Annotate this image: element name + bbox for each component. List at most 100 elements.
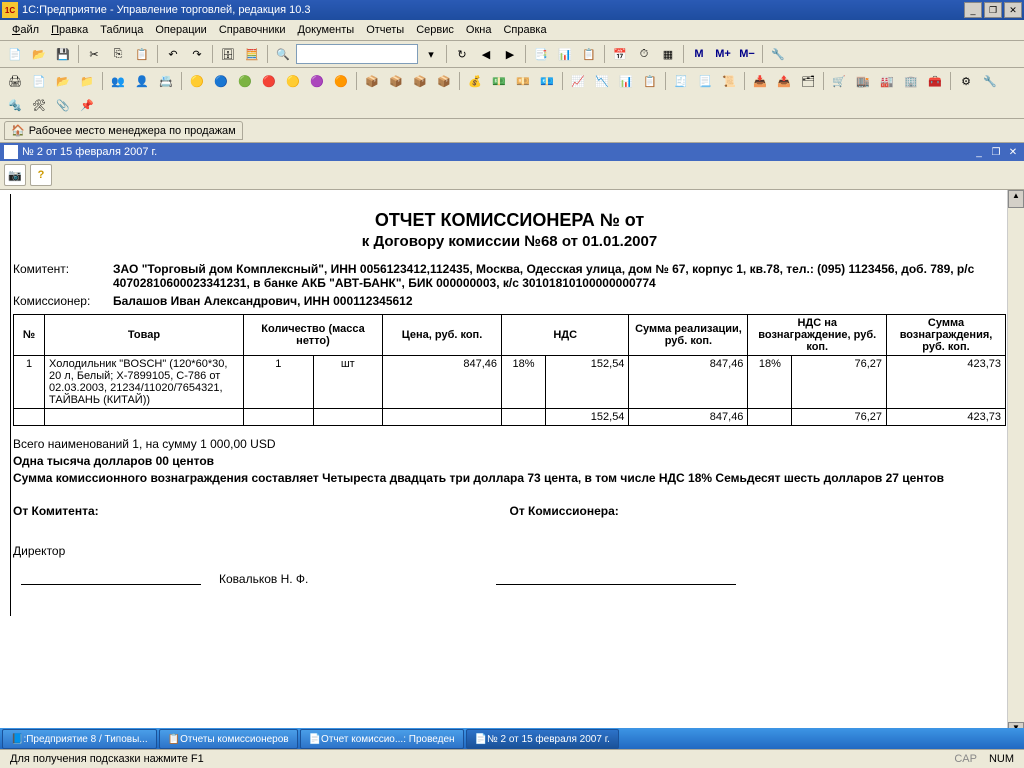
t2-19-icon[interactable]: 💰 bbox=[464, 70, 486, 92]
t2-36-icon[interactable]: 🏢 bbox=[900, 70, 922, 92]
status-num: NUM bbox=[983, 753, 1020, 765]
t2-12-icon[interactable]: 🟡 bbox=[282, 70, 304, 92]
tool-c-icon[interactable]: 📋 bbox=[578, 43, 600, 65]
refresh-icon[interactable]: ↻ bbox=[451, 43, 473, 65]
t2-28-icon[interactable]: 📃 bbox=[694, 70, 716, 92]
t2-25-icon[interactable]: 📊 bbox=[615, 70, 637, 92]
t2-37-icon[interactable]: 🧰 bbox=[924, 70, 946, 92]
tab-manager-workspace[interactable]: 🏠 Рабочее место менеджера по продажам bbox=[4, 121, 243, 140]
t2-6-icon[interactable]: 👤 bbox=[131, 70, 153, 92]
t2-41-icon[interactable]: 🛠 bbox=[28, 94, 50, 116]
back-icon[interactable]: ◀ bbox=[475, 43, 497, 65]
settings-icon[interactable]: 🔧 bbox=[767, 43, 789, 65]
find-icon[interactable]: 🔍 bbox=[272, 43, 294, 65]
menu-help[interactable]: Справка bbox=[497, 22, 552, 38]
t2-22-icon[interactable]: 💶 bbox=[536, 70, 558, 92]
paste-icon[interactable]: 📋 bbox=[131, 43, 153, 65]
t2-42-icon[interactable]: 📎 bbox=[52, 94, 74, 116]
m-minus-button[interactable]: M− bbox=[736, 43, 758, 65]
t2-21-icon[interactable]: 💴 bbox=[512, 70, 534, 92]
menu-table[interactable]: Таблица bbox=[94, 22, 149, 38]
new-icon[interactable]: 📄 bbox=[4, 43, 26, 65]
t2-5-icon[interactable]: 👥 bbox=[107, 70, 129, 92]
close-button[interactable]: ✕ bbox=[1004, 2, 1022, 18]
menu-service[interactable]: Сервис bbox=[410, 22, 460, 38]
m-button[interactable]: M bbox=[688, 43, 710, 65]
open-icon[interactable]: 📂 bbox=[28, 43, 50, 65]
t2-33-icon[interactable]: 🛒 bbox=[828, 70, 850, 92]
calc-icon[interactable]: 🧮 bbox=[241, 43, 263, 65]
doc-restore-button[interactable]: ❐ bbox=[989, 145, 1003, 159]
redo-icon[interactable]: ↷ bbox=[186, 43, 208, 65]
search-input[interactable] bbox=[296, 44, 418, 64]
t2-20-icon[interactable]: 💵 bbox=[488, 70, 510, 92]
taskbtn-1[interactable]: 📘 :Предприятие 8 / Типовы... bbox=[2, 729, 157, 749]
t2-4-icon[interactable]: 📁 bbox=[76, 70, 98, 92]
doc-minimize-button[interactable]: _ bbox=[972, 145, 986, 159]
komissioner-value: Балашов Иван Александрович, ИНН 00011234… bbox=[113, 294, 1006, 308]
taskbtn-2[interactable]: 📋 Отчеты комиссионеров bbox=[159, 729, 298, 749]
from-komitent-label: От Комитента: bbox=[13, 504, 510, 518]
vertical-scrollbar[interactable]: ▲ ▼ bbox=[1007, 190, 1024, 740]
tool-a-icon[interactable]: 📑 bbox=[530, 43, 552, 65]
t2-35-icon[interactable]: 🏭 bbox=[876, 70, 898, 92]
taskbtn-3[interactable]: 📄 Отчет комиссио...: Проведен bbox=[300, 729, 464, 749]
doc-close-button[interactable]: ✕ bbox=[1006, 145, 1020, 159]
forward-icon[interactable]: ▶ bbox=[499, 43, 521, 65]
t2-29-icon[interactable]: 📜 bbox=[718, 70, 740, 92]
action-icon[interactable]: ▾ bbox=[420, 43, 442, 65]
db-icon[interactable]: 🗄 bbox=[217, 43, 239, 65]
app-icon: 1C bbox=[2, 2, 18, 18]
t2-14-icon[interactable]: 🟠 bbox=[330, 70, 352, 92]
menu-reports[interactable]: Отчеты bbox=[360, 22, 410, 38]
t2-16-icon[interactable]: 📦 bbox=[385, 70, 407, 92]
tool-b-icon[interactable]: 📊 bbox=[554, 43, 576, 65]
save-icon[interactable]: 💾 bbox=[52, 43, 74, 65]
menu-documents[interactable]: Документы bbox=[291, 22, 360, 38]
menu-file[interactable]: Файл bbox=[6, 22, 45, 38]
t2-15-icon[interactable]: 📦 bbox=[361, 70, 383, 92]
t2-39-icon[interactable]: 🔧 bbox=[979, 70, 1001, 92]
restore-button[interactable]: ❐ bbox=[984, 2, 1002, 18]
status-cap: CAP bbox=[948, 753, 983, 765]
help-icon[interactable]: ? bbox=[30, 164, 52, 186]
cut-icon[interactable]: ✂ bbox=[83, 43, 105, 65]
t2-1-icon[interactable]: 🖨 bbox=[4, 70, 26, 92]
copy-icon[interactable]: ⎘ bbox=[107, 43, 129, 65]
t2-31-icon[interactable]: 📤 bbox=[773, 70, 795, 92]
taskbtn-4[interactable]: 📄 № 2 от 15 февраля 2007 г. bbox=[466, 729, 619, 749]
t2-30-icon[interactable]: 📥 bbox=[749, 70, 771, 92]
t2-40-icon[interactable]: 🔩 bbox=[4, 94, 26, 116]
menu-windows[interactable]: Окна bbox=[460, 22, 498, 38]
t2-7-icon[interactable]: 📇 bbox=[155, 70, 177, 92]
signature-line-2 bbox=[496, 584, 736, 586]
t2-34-icon[interactable]: 🏬 bbox=[852, 70, 874, 92]
print-preview-icon[interactable]: 📷 bbox=[4, 164, 26, 186]
menu-edit[interactable]: Правка bbox=[45, 22, 94, 38]
t2-23-icon[interactable]: 📈 bbox=[567, 70, 589, 92]
t2-43-icon[interactable]: 📌 bbox=[76, 94, 98, 116]
t2-18-icon[interactable]: 📦 bbox=[433, 70, 455, 92]
t2-17-icon[interactable]: 📦 bbox=[409, 70, 431, 92]
t2-13-icon[interactable]: 🟣 bbox=[306, 70, 328, 92]
undo-icon[interactable]: ↶ bbox=[162, 43, 184, 65]
t2-8-icon[interactable]: 🟡 bbox=[186, 70, 208, 92]
clock-icon[interactable]: ⏱ bbox=[633, 43, 655, 65]
t2-3-icon[interactable]: 📂 bbox=[52, 70, 74, 92]
t2-27-icon[interactable]: 🧾 bbox=[670, 70, 692, 92]
m-plus-button[interactable]: M+ bbox=[712, 43, 734, 65]
t2-9-icon[interactable]: 🔵 bbox=[210, 70, 232, 92]
t2-11-icon[interactable]: 🔴 bbox=[258, 70, 280, 92]
minimize-button[interactable]: _ bbox=[964, 2, 982, 18]
t2-2-icon[interactable]: 📄 bbox=[28, 70, 50, 92]
menu-catalogs[interactable]: Справочники bbox=[213, 22, 292, 38]
t2-32-icon[interactable]: 🗂 bbox=[797, 70, 819, 92]
calendar-icon[interactable]: 📅 bbox=[609, 43, 631, 65]
t2-24-icon[interactable]: 📉 bbox=[591, 70, 613, 92]
menu-operations[interactable]: Операции bbox=[149, 22, 212, 38]
t2-26-icon[interactable]: 📋 bbox=[639, 70, 661, 92]
summary-line-2: Одна тысяча долларов 00 центов bbox=[13, 453, 1006, 470]
grid-icon[interactable]: ▦ bbox=[657, 43, 679, 65]
t2-38-icon[interactable]: ⚙ bbox=[955, 70, 977, 92]
t2-10-icon[interactable]: 🟢 bbox=[234, 70, 256, 92]
